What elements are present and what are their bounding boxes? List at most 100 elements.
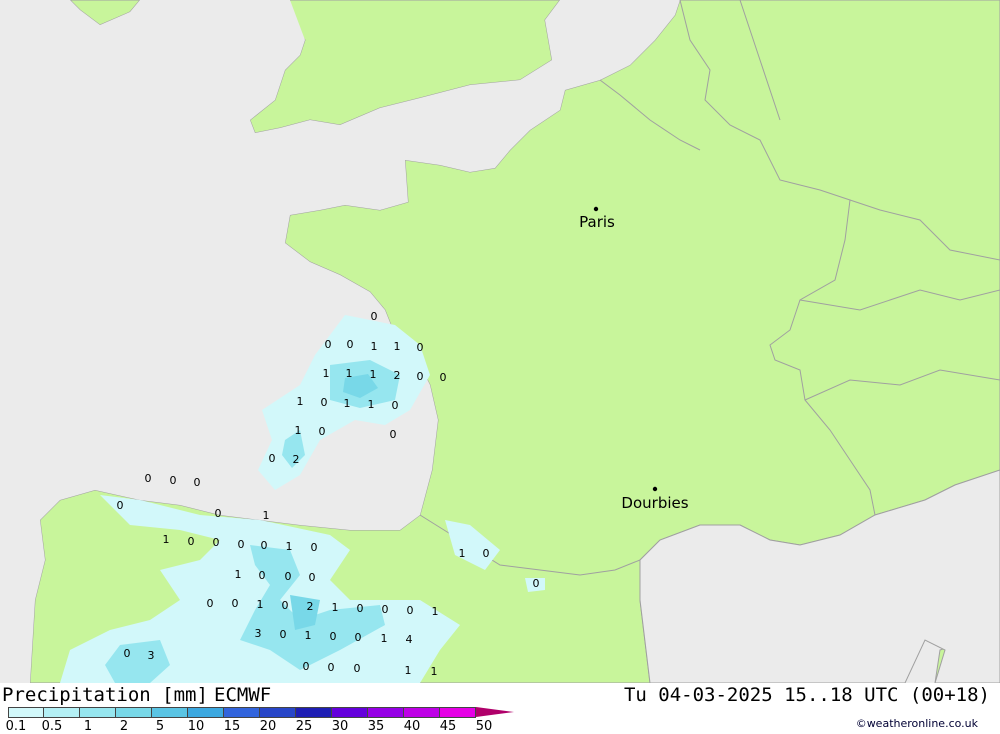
cell-value: 0 [325, 338, 332, 351]
cell-value: 2 [293, 453, 300, 466]
cell-value: 1 [405, 664, 412, 677]
city-label-dourbies: Dourbies [621, 494, 688, 512]
cell-value: 1 [295, 424, 302, 437]
cell-value: 1 [332, 601, 339, 614]
scale-label: 0.1 [5, 719, 27, 734]
cell-value: 1 [163, 533, 170, 546]
scale-swatch [260, 707, 296, 718]
cell-value: 1 [370, 368, 377, 381]
cell-value: 0 [382, 603, 389, 616]
cell-value: 0 [319, 425, 326, 438]
cell-value: 1 [432, 605, 439, 618]
scale-swatch [188, 707, 224, 718]
cell-value: 0 [170, 474, 177, 487]
map-canvas: 0 0 0 1 1 0 1 1 1 2 0 0 1 0 1 1 0 1 0 0 … [0, 0, 1000, 683]
cell-value: 1 [323, 367, 330, 380]
cell-value: 0 [117, 499, 124, 512]
cell-value: 0 [188, 535, 195, 548]
city-dot-paris [593, 206, 599, 212]
cell-value: 0 [533, 577, 540, 590]
scale-arrow [476, 707, 514, 717]
color-scale-labels: 0.1 0.5 1 2 5 10 15 20 25 30 35 40 45 50 [0, 719, 540, 734]
cell-value: 0 [269, 452, 276, 465]
cell-value: 2 [394, 369, 401, 382]
city-label-paris: Paris [579, 213, 615, 231]
city-dot-dourbies [652, 486, 658, 492]
cell-value: 0 [328, 661, 335, 674]
cell-value: 0 [347, 338, 354, 351]
cell-value: 0 [355, 631, 362, 644]
cell-value: 0 [207, 597, 214, 610]
scale-swatch [116, 707, 152, 718]
scale-label: 2 [119, 719, 129, 734]
cell-value: 1 [368, 398, 375, 411]
scale-label: 5 [155, 719, 165, 734]
cell-value: 1 [297, 395, 304, 408]
scale-swatch [224, 707, 260, 718]
scale-swatch [8, 707, 44, 718]
cell-value: 0 [261, 539, 268, 552]
scale-swatch [44, 707, 80, 718]
cell-value: 0 [371, 310, 378, 323]
cell-value: 0 [407, 604, 414, 617]
scale-label: 45 [439, 719, 457, 734]
cell-value: 0 [215, 507, 222, 520]
cell-value: 0 [259, 569, 266, 582]
cell-value: 0 [311, 541, 318, 554]
cell-value: 0 [282, 599, 289, 612]
cell-value: 0 [483, 547, 490, 560]
scale-swatch [80, 707, 116, 718]
scale-label: 10 [187, 719, 205, 734]
cell-value: 1 [257, 598, 264, 611]
cell-value: 0 [357, 602, 364, 615]
cell-value: 1 [305, 629, 312, 642]
cell-value: 1 [346, 367, 353, 380]
cell-value: 0 [213, 536, 220, 549]
credit-text[interactable]: ©weatheronline.co.uk [856, 717, 978, 730]
cell-value: 1 [263, 509, 270, 522]
cell-value: 2 [307, 600, 314, 613]
cell-value: 0 [440, 371, 447, 384]
cell-value: 3 [148, 649, 155, 662]
cell-value: 0 [417, 341, 424, 354]
scale-swatch [296, 707, 332, 718]
scale-label: 35 [367, 719, 385, 734]
scale-label: 50 [475, 719, 493, 734]
cell-value: 0 [392, 399, 399, 412]
cell-value: 0 [124, 647, 131, 660]
color-scale-bar [8, 707, 514, 718]
cell-value: 1 [286, 540, 293, 553]
cell-value: 1 [459, 547, 466, 560]
cell-value: 0 [285, 570, 292, 583]
cell-value: 1 [344, 397, 351, 410]
cell-value: 0 [321, 396, 328, 409]
cell-value: 4 [406, 633, 413, 646]
cell-value: 1 [431, 665, 438, 678]
cell-value: 0 [354, 662, 361, 675]
legend-title: Precipitation [mm] [2, 684, 208, 706]
cell-value: 0 [194, 476, 201, 489]
scale-swatch [404, 707, 440, 718]
model-name: ECMWF [214, 684, 272, 706]
scale-label: 0.5 [41, 719, 63, 734]
forecast-datetime: Tu 04-03-2025 15..18 UTC (00+18) [623, 684, 990, 706]
scale-swatch [440, 707, 476, 718]
cell-value: 0 [330, 630, 337, 643]
scale-swatch [368, 707, 404, 718]
scale-swatch [152, 707, 188, 718]
scale-label: 20 [259, 719, 277, 734]
map-legend-footer: Precipitation [mm] ECMWF Tu 04-03-2025 1… [0, 683, 1000, 734]
cell-value: 0 [238, 538, 245, 551]
scale-swatch [332, 707, 368, 718]
scale-label: 40 [403, 719, 421, 734]
cell-value: 1 [394, 340, 401, 353]
scale-label: 25 [295, 719, 313, 734]
cell-value: 1 [371, 340, 378, 353]
cell-value: 1 [381, 632, 388, 645]
scale-label: 15 [223, 719, 241, 734]
cell-value: 0 [390, 428, 397, 441]
scale-label: 30 [331, 719, 349, 734]
cell-value: 0 [417, 370, 424, 383]
cell-value: 3 [255, 627, 262, 640]
scale-label: 1 [83, 719, 93, 734]
